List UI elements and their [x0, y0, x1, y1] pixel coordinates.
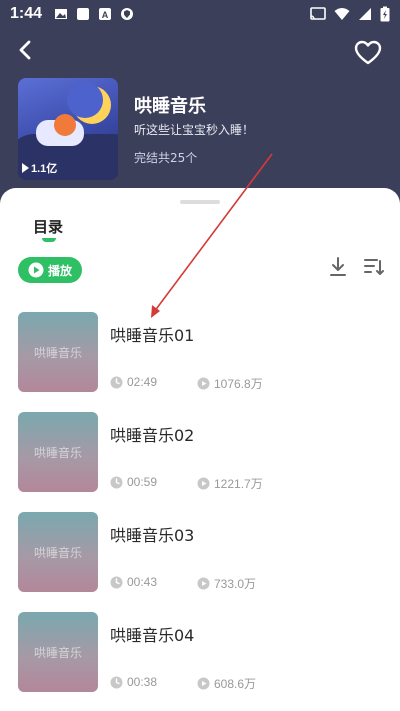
heart-icon[interactable] [354, 40, 382, 66]
play-count-icon [197, 477, 210, 490]
sheet-handle[interactable] [180, 200, 220, 204]
play-count-value: 1076.8万 [214, 377, 263, 391]
duration-value: 00:43 [127, 575, 158, 589]
track-thumbnail: 哄睡音乐 [18, 312, 98, 392]
duration-value: 00:38 [127, 675, 158, 689]
track-title: 哄睡音乐04 [110, 626, 195, 645]
track-title: 哄睡音乐03 [110, 526, 195, 545]
thumbnail-text: 哄睡音乐 [33, 445, 82, 460]
list-item[interactable]: 哄睡音乐 哄睡音乐01 02:49 1076.8万 [0, 312, 400, 412]
svg-text:A: A [102, 10, 109, 20]
play-all-button[interactable]: 播放 [18, 257, 82, 283]
square-app-icon [77, 8, 90, 20]
cast-icon [310, 7, 326, 20]
track-list-sheet: 目录 播放 哄睡音乐 哄睡音乐01 02:49 1076.8万 哄睡音乐 哄睡音… [0, 188, 400, 711]
battery-charging-icon [380, 6, 390, 22]
app-a-icon: A [99, 8, 112, 20]
gallery-icon [55, 9, 68, 19]
moon-illustration [67, 82, 111, 124]
sort-icon[interactable] [364, 258, 384, 276]
status-time: 1:44 [10, 5, 43, 22]
album-title: 哄睡音乐 [134, 96, 206, 117]
duration-value: 02:49 [127, 375, 158, 389]
album-cover[interactable]: 1.1亿 [18, 78, 118, 180]
play-all-label: 播放 [47, 263, 72, 278]
track-play-count: 1221.7万 [197, 475, 263, 492]
track-thumbnail: 哄睡音乐 [18, 612, 98, 692]
clock-icon [110, 476, 123, 488]
shield-icon [121, 8, 134, 20]
play-count-icon [197, 577, 210, 590]
track-duration: 00:59 [110, 475, 157, 489]
thumbnail-text: 哄睡音乐 [33, 645, 82, 660]
track-duration: 00:38 [110, 675, 157, 689]
track-play-count: 733.0万 [197, 575, 256, 592]
list-item[interactable]: 哄睡音乐 哄睡音乐04 00:38 608.6万 [0, 612, 400, 711]
play-count-value: 733.0万 [214, 577, 257, 591]
list-item[interactable]: 哄睡音乐 哄睡音乐03 00:43 733.0万 [0, 512, 400, 612]
list-item[interactable]: 哄睡音乐 哄睡音乐02 00:59 1221.7万 [0, 412, 400, 512]
album-play-count-value: 1.1亿 [31, 163, 58, 175]
clock-icon [110, 676, 123, 688]
thumbnail-text: 哄睡音乐 [33, 545, 82, 560]
child-illustration [54, 114, 76, 136]
album-total-count: 完结共25个 [134, 151, 198, 165]
track-thumbnail: 哄睡音乐 [18, 412, 98, 492]
track-play-count: 608.6万 [197, 675, 256, 692]
track-duration: 00:43 [110, 575, 157, 589]
wifi-icon [334, 8, 350, 20]
play-count-value: 608.6万 [214, 677, 257, 691]
track-title: 哄睡音乐02 [110, 426, 195, 445]
track-play-count: 1076.8万 [197, 375, 263, 392]
back-arrow-icon[interactable] [12, 36, 40, 64]
clock-icon [110, 576, 123, 588]
track-duration: 02:49 [110, 375, 157, 389]
play-count-icon [197, 677, 210, 690]
album-play-count: 1.1亿 [22, 160, 57, 176]
track-list: 哄睡音乐 哄睡音乐01 02:49 1076.8万 哄睡音乐 哄睡音乐02 00… [0, 312, 400, 711]
play-count-icon [22, 163, 29, 173]
play-count-icon [197, 377, 210, 390]
download-icon[interactable] [328, 256, 348, 278]
status-bar: 1:44 A [0, 0, 400, 28]
play-icon [28, 262, 44, 278]
signal-icon [359, 8, 371, 20]
track-title: 哄睡音乐01 [110, 326, 195, 345]
track-thumbnail: 哄睡音乐 [18, 512, 98, 592]
duration-value: 00:59 [127, 475, 158, 489]
album-description: 听这些让宝宝秒入睡！ [134, 123, 255, 137]
tab-toc[interactable]: 目录 [33, 216, 63, 237]
thumbnail-text: 哄睡音乐 [33, 345, 82, 360]
tab-active-indicator [42, 238, 56, 242]
play-count-value: 1221.7万 [214, 477, 263, 491]
clock-icon [110, 376, 123, 388]
